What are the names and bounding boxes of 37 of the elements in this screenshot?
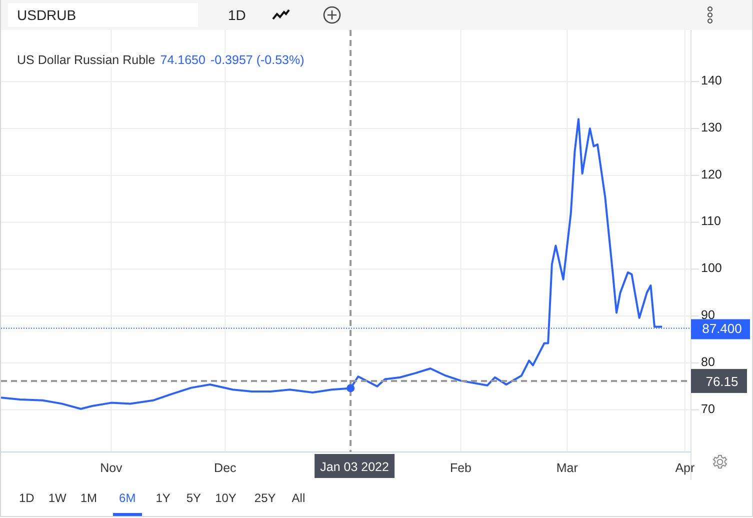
- axis-label: Dec: [214, 461, 236, 475]
- ref-line-label: Jan 03 2022: [320, 460, 390, 474]
- add-icon[interactable]: [322, 6, 341, 24]
- range-tab[interactable]: 5Y: [180, 480, 208, 516]
- axis-label: 80: [701, 354, 715, 369]
- price-value: 74.1650: [160, 53, 206, 67]
- chart-title: US Dollar Russian Ruble: [17, 53, 156, 67]
- range-tab[interactable]: 6M: [113, 480, 142, 516]
- range-tab[interactable]: 1D: [13, 480, 40, 516]
- price-change: -0.3957 (-0.53%): [210, 53, 304, 67]
- point-marker: [346, 384, 355, 392]
- range-tab[interactable]: 1M: [74, 480, 104, 516]
- axis-label: Nov: [100, 461, 122, 475]
- settings-icon[interactable]: [712, 454, 728, 470]
- range-tab[interactable]: 25Y: [248, 480, 282, 516]
- ref-line-label: 76.15: [706, 374, 738, 389]
- interval-button[interactable]: 1D: [224, 5, 250, 25]
- price-tag: 87.400: [691, 319, 750, 340]
- axis-label: 140: [701, 74, 722, 88]
- axis-label: 120: [701, 167, 722, 182]
- axis-label: Apr: [675, 461, 695, 475]
- axis-label: 70: [701, 402, 715, 416]
- range-tab[interactable]: 10Y: [209, 480, 242, 516]
- axis-label: 100: [701, 261, 722, 276]
- axis-label: 110: [701, 214, 721, 228]
- axis-label: Mar: [556, 461, 578, 475]
- price-tag: 76.15: [691, 368, 747, 393]
- axis-label: Feb: [450, 461, 472, 475]
- axis-label: 130: [701, 120, 722, 134]
- line-chart-icon[interactable]: [272, 9, 290, 21]
- range-tab[interactable]: 1Y: [150, 480, 176, 516]
- range-tab[interactable]: All: [286, 480, 312, 516]
- date-tooltip: Jan 03 2022: [314, 454, 395, 478]
- range-tab[interactable]: 1W: [42, 480, 72, 516]
- ref-line-label: 87.400: [702, 321, 742, 336]
- more-icon[interactable]: [706, 6, 713, 24]
- symbol-field[interactable]: USDRUB: [8, 3, 198, 27]
